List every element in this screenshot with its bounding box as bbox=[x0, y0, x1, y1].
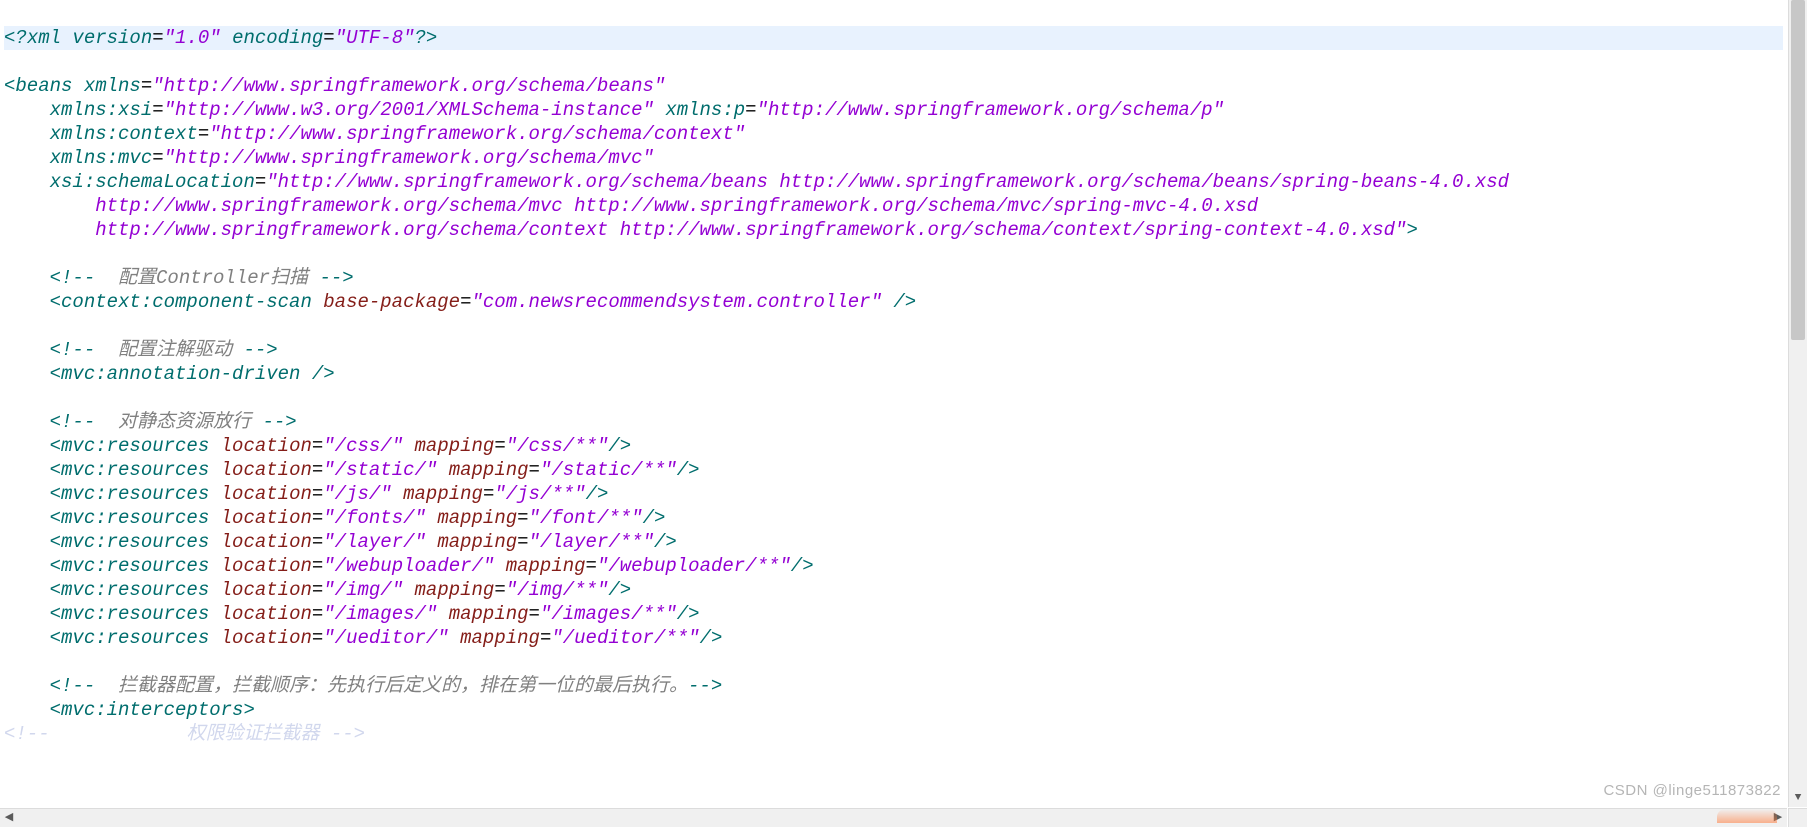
code-line: <mvc:annotation-driven /> bbox=[4, 363, 335, 385]
code-line-blank bbox=[4, 243, 15, 265]
tag-beans: beans bbox=[15, 75, 83, 97]
code-line: <mvc:resources location="/webuploader/" … bbox=[4, 555, 814, 577]
comment-close: --> bbox=[319, 267, 353, 289]
code-line: <context:component-scan base-package="co… bbox=[4, 291, 916, 313]
code-line: <mvc:interceptors> bbox=[4, 699, 255, 721]
code-line: <mvc:resources location="/static/" mappi… bbox=[4, 459, 700, 481]
code-line-blank bbox=[4, 651, 15, 673]
code-line: <mvc:resources location="/img/" mapping=… bbox=[4, 579, 631, 601]
code-line: xmlns:xsi="http://www.w3.org/2001/XMLSch… bbox=[4, 99, 1224, 121]
code-line: <!-- 拦截器配置，拦截顺序：先执行后定义的，排在第一位的最后执行。--> bbox=[4, 675, 722, 697]
tag-component-scan: context:component-scan bbox=[61, 291, 323, 313]
code-editor[interactable]: <?xml version="1.0" encoding="UTF-8"?> <… bbox=[0, 0, 1787, 807]
xml-pi-open: <? bbox=[4, 27, 27, 49]
scrollbar-corner bbox=[1788, 808, 1807, 827]
code-line: xsi:schemaLocation="http://www.springfra… bbox=[4, 171, 1509, 193]
code-line: <!-- 配置注解驱动 --> bbox=[4, 339, 278, 361]
code-line-blank bbox=[4, 315, 15, 337]
horizontal-scrollbar[interactable]: ◀ ▶ bbox=[0, 808, 1787, 827]
scroll-left-icon[interactable]: ◀ bbox=[0, 809, 18, 827]
vertical-scroll-thumb[interactable] bbox=[1791, 0, 1805, 340]
tag-annotation-driven: mvc:annotation-driven bbox=[61, 363, 312, 385]
notification-toast bbox=[1717, 809, 1777, 823]
code-line: <mvc:resources location="/layer/" mappin… bbox=[4, 531, 677, 553]
watermark-text: CSDN @linge511873822 bbox=[1603, 779, 1781, 803]
code-line: http://www.springframework.org/schema/mv… bbox=[4, 195, 1258, 217]
code-line: <mvc:resources location="/js/" mapping="… bbox=[4, 483, 608, 505]
code-line: <!-- 对静态资源放行 --> bbox=[4, 411, 297, 433]
code-line: <mvc:resources location="/ueditor/" mapp… bbox=[4, 627, 722, 649]
code-line: <?xml version="1.0" encoding="UTF-8"?> bbox=[4, 26, 1783, 50]
code-line: xmlns:mvc="http://www.springframework.or… bbox=[4, 147, 654, 169]
code-line: <mvc:resources location="/fonts/" mappin… bbox=[4, 507, 665, 529]
code-line-blank bbox=[4, 387, 15, 409]
scroll-down-icon[interactable]: ▼ bbox=[1789, 789, 1807, 807]
xml-pi-close: ?> bbox=[415, 27, 438, 49]
vertical-scrollbar[interactable]: ▲ ▼ bbox=[1788, 0, 1807, 807]
tag-mvc-resources: mvc:resources bbox=[61, 435, 221, 457]
tag-mvc-interceptors: mvc:interceptors bbox=[61, 699, 243, 721]
code-line: <mvc:resources location="/css/" mapping=… bbox=[4, 435, 631, 457]
comment-open: <!-- bbox=[50, 267, 96, 289]
code-line: <!-- 权限验证拦截器 --> bbox=[4, 723, 365, 745]
code-line: http://www.springframework.org/schema/co… bbox=[4, 219, 1418, 241]
code-line: <mvc:resources location="/images/" mappi… bbox=[4, 603, 700, 625]
code-line: xmlns:context="http://www.springframewor… bbox=[4, 123, 745, 145]
code-line: <!-- 配置Controller扫描 --> bbox=[4, 267, 354, 289]
code-line: <beans xmlns="http://www.springframework… bbox=[4, 75, 665, 97]
